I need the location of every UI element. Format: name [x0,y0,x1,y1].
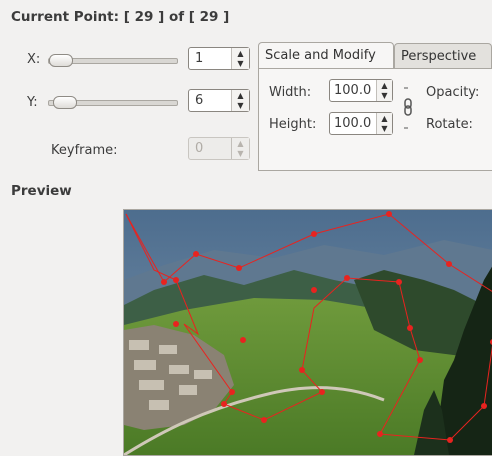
scale-modify-panel: Width: 100.0 ▲ ▼ Height: 100.0 ▲ ▼ Opaci… [258,68,492,171]
y-slider-thumb[interactable] [53,96,77,109]
x-spinbox[interactable]: 1 ▲ ▼ [188,47,250,70]
width-label: Width: [269,85,312,100]
chevron-down-icon[interactable]: ▼ [232,100,249,111]
chevron-down-icon[interactable]: ▼ [232,58,249,69]
keyframe-label: Keyframe: [51,143,118,158]
current-point-label: Current Point: [ 29 ] of [ 29 ] [11,9,230,25]
y-label: Y: [27,95,38,110]
keyframe-value: 0 [195,141,204,156]
chevron-down-icon: ▼ [237,149,244,158]
width-value[interactable]: 100.0 [334,83,371,98]
y-spinbox[interactable]: 6 ▲ ▼ [188,89,250,112]
y-slider[interactable] [48,96,178,109]
tab-scale-and-modify[interactable]: Scale and Modify [258,42,394,69]
preview-label: Preview [11,183,72,199]
chevron-down-icon[interactable]: ▼ [377,90,392,101]
opacity-label: Opacity: [426,85,480,100]
x-label: X: [27,52,41,67]
height-value[interactable]: 100.0 [334,116,371,131]
height-spinbox[interactable]: 100.0 ▲ ▼ [329,112,393,135]
x-value[interactable]: 1 [195,51,203,66]
preview-image[interactable] [124,210,492,455]
keyframe-spinbox[interactable]: 0 ▲ ▼ [188,137,250,160]
y-value[interactable]: 6 [195,93,203,108]
height-label: Height: [269,117,317,132]
chevron-down-icon[interactable]: ▼ [377,123,392,134]
chain-link-icon[interactable] [401,83,415,135]
x-slider-thumb[interactable] [49,54,73,67]
tab-perspective[interactable]: Perspective [394,43,492,69]
width-spinbox[interactable]: 100.0 ▲ ▼ [329,79,393,102]
x-slider[interactable] [48,54,178,67]
rotate-label: Rotate: [426,117,473,132]
preview-area[interactable] [123,209,492,456]
